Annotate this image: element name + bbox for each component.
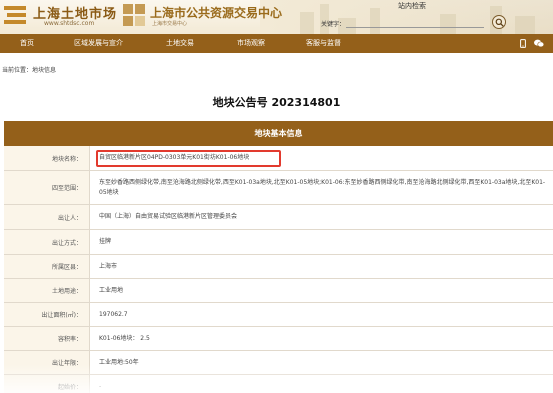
row-label: 出让人： [4,205,90,229]
table-row-area: 出让面积(㎡)： 197062.7 [4,303,553,327]
row-label: 四至范围： [4,171,90,204]
row-value: 东至妙香路西侧绿化带,南至沧海路北侧绿化带,西至K01-03a地块,北至K01-… [99,178,546,196]
row-value: 自贸区临港新片区04PD-0303单元K01街坊K01-06地块 [99,154,250,161]
search-keyword-label: 关键字： [321,21,346,28]
table-row-transfer-method: 出让方式： 挂牌 [4,230,553,255]
row-label: 地块名称： [4,146,90,170]
search-icon [495,18,504,27]
breadcrumb: 当前位置：地块信息 [2,65,56,74]
table-row-starting-price: 起始价： - [4,375,553,393]
row-label: 出让面积(㎡)： [4,303,90,326]
wechat-icon[interactable] [533,39,545,48]
row-value: 挂牌 [99,238,112,245]
trading-center-brand-sub: 上海市交易中心 [152,21,188,27]
land-market-logo-icon[interactable] [4,4,30,28]
row-label: 出让方式： [4,230,90,254]
nav-item-service-supervision[interactable]: 客服与监督 [306,34,341,53]
row-label: 容积率： [4,327,90,350]
table-row-boundaries: 四至范围： 东至妙香路西侧绿化带,南至沧海路北侧绿化带,西至K01-03a地块,… [4,171,553,205]
land-market-brand-url: www.shtdsc.com [44,20,95,27]
main-nav: 首页 区域发展与宣介 土地交易 市场观察 客服与监督 [0,34,553,53]
nav-item-land-trading[interactable]: 土地交易 [166,34,194,53]
search-input[interactable] [346,16,484,28]
nav-item-home[interactable]: 首页 [20,34,34,53]
parcel-info-table: 地块基本信息 地块名称： 自贸区临港新片区04PD-0303单元K01街坊K01… [4,121,553,393]
trading-center-brand-title[interactable]: 上海市公共资源交易中心 [150,4,282,21]
row-value: 中国（上海）自由贸易试验区临港新片区管理委员会 [99,213,238,220]
site-header: 上海土地市场 www.shtdsc.com 上海市公共资源交易中心 上海市交易中… [0,0,553,34]
table-row-parcel-name: 地块名称： 自贸区临港新片区04PD-0303单元K01街坊K01-06地块 [4,146,553,171]
row-value: 工业用地:50年 [99,358,139,366]
table-row-transferor: 出让人： 中国（上海）自由贸易试验区临港新片区管理委员会 [4,205,553,230]
table-row-term: 出让年限： 工业用地:50年 [4,351,553,375]
search-button[interactable] [492,15,506,29]
table-row-plot-ratio: 容积率： K01-06地块： 2.5 [4,327,553,351]
trading-center-logo-icon[interactable] [123,4,147,28]
row-label: 所属区县： [4,255,90,278]
nav-item-regional-development[interactable]: 区域发展与宣介 [74,34,123,53]
row-label: 起始价： [4,375,90,393]
breadcrumb-current[interactable]: 地块信息 [32,67,56,74]
site-search-title: 站内检索 [398,2,426,10]
table-row-district: 所属区县： 上海市 [4,255,553,279]
mobile-phone-icon[interactable] [520,39,526,48]
row-label: 出让年限： [4,351,90,374]
table-row-land-use: 土地用途： 工业用地 [4,279,553,303]
nav-item-market-observation[interactable]: 市场观察 [237,34,265,53]
row-value: 上海市 [99,262,118,270]
table-heading: 地块基本信息 [4,121,553,146]
row-value: 197062.7 [99,310,128,318]
page-title: 地块公告号 202314801 [212,96,341,109]
row-value: 工业用地 [99,286,124,294]
breadcrumb-prefix: 当前位置： [2,67,33,74]
row-value: K01-06地块： 2.5 [99,334,150,342]
row-value: - [99,382,102,390]
row-label: 土地用途： [4,279,90,302]
